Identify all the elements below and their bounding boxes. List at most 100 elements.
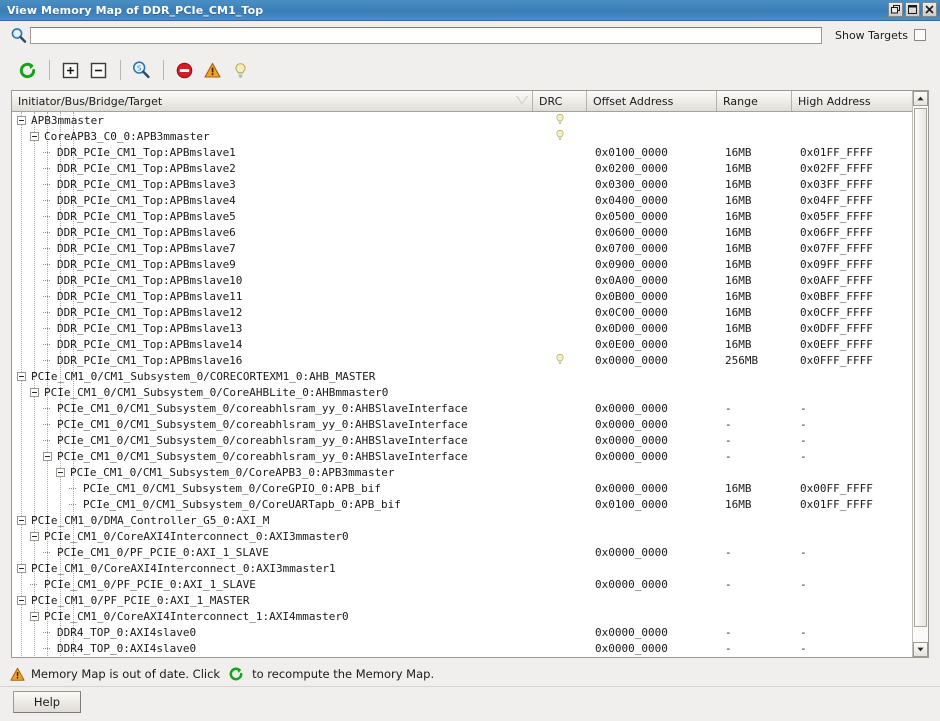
- cell-drc: [533, 256, 587, 272]
- table-row[interactable]: DDR_PCIe_CM1_Top:APBmslave10x0100_000016…: [12, 144, 928, 160]
- table-row[interactable]: DDR_PCIe_CM1_Top:APBmslave120x0C00_00001…: [12, 304, 928, 320]
- table-row[interactable]: DDR_PCIe_CM1_Top:APBmslave110x0B00_00001…: [12, 288, 928, 304]
- table-row[interactable]: DDR_PCIe_CM1_Top:APBmslave160x0000_00002…: [12, 352, 928, 368]
- table-row[interactable]: PCIe_CM1_0/CoreAXI4Interconnect_1:AXI4mm…: [12, 608, 928, 624]
- maximize-icon[interactable]: [905, 2, 920, 17]
- lightbulb-icon[interactable]: [554, 352, 566, 368]
- column-header-name[interactable]: Initiator/Bus/Bridge/Target: [12, 91, 533, 111]
- cell-name: PCIe_CM1_0/CM1_Subsystem_0/CoreGPIO_0:AP…: [12, 480, 533, 496]
- table-row[interactable]: PCIe_CM1_0/CM1_Subsystem_0/coreabhlsram_…: [12, 400, 928, 416]
- scrollbar-thumb[interactable]: [914, 108, 927, 627]
- cell-drc: [533, 608, 587, 624]
- cell-drc[interactable]: [533, 352, 587, 368]
- column-header-drc[interactable]: DRC: [533, 91, 587, 111]
- collapse-all-button[interactable]: [85, 57, 111, 83]
- cell-name: PCIe_CM1_0/CM1_Subsystem_0/coreabhlsram_…: [12, 432, 533, 448]
- errors-button[interactable]: [171, 57, 197, 83]
- help-button[interactable]: Help: [13, 691, 81, 713]
- cell-drc[interactable]: [533, 128, 587, 144]
- cell-drc: [533, 192, 587, 208]
- table-row[interactable]: APB3mmaster: [12, 112, 928, 128]
- table-row[interactable]: DDR_PCIe_CM1_Top:APBmslave60x0600_000016…: [12, 224, 928, 240]
- cell-drc: [533, 464, 587, 480]
- cell-range: [717, 560, 792, 576]
- tree-collapse-icon[interactable]: [17, 564, 26, 573]
- close-icon[interactable]: [922, 2, 937, 17]
- table-row[interactable]: PCIe_CM1_0/PF_PCIE_0:AXI_1_SLAVE0x0000_0…: [12, 576, 928, 592]
- vertical-scrollbar[interactable]: [912, 91, 928, 657]
- table-row[interactable]: DDR4_TOP_0:AXI4slave00x0000_0000--: [12, 624, 928, 640]
- tree-collapse-icon[interactable]: [17, 372, 26, 381]
- table-row[interactable]: PCIe_CM1_0/CM1_Subsystem_0/coreabhlsram_…: [12, 416, 928, 432]
- cell-range: -: [717, 624, 792, 640]
- cell-high-address: [792, 592, 911, 608]
- tree-collapse-icon[interactable]: [43, 452, 52, 461]
- expand-all-button[interactable]: [57, 57, 83, 83]
- cell-range: 16MB: [717, 240, 792, 256]
- scroll-up-icon[interactable]: [913, 91, 928, 106]
- table-row[interactable]: DDR_PCIe_CM1_Top:APBmslave40x0400_000016…: [12, 192, 928, 208]
- status-bar: Memory Map is out of date. Click to reco…: [0, 662, 940, 686]
- table-row[interactable]: DDR_PCIe_CM1_Top:APBmslave20x0200_000016…: [12, 160, 928, 176]
- show-targets-control[interactable]: Show Targets: [835, 29, 926, 42]
- tree-collapse-icon[interactable]: [30, 132, 39, 141]
- table-row[interactable]: DDR_PCIe_CM1_Top:APBmslave100x0A00_00001…: [12, 272, 928, 288]
- table-row[interactable]: PCIe_CM1_0/CM1_Subsystem_0/CoreAHBLite_0…: [12, 384, 928, 400]
- tree-leaf-marker: [69, 484, 78, 493]
- tree-collapse-icon[interactable]: [56, 468, 65, 477]
- column-header-offset-address[interactable]: Offset Address: [587, 91, 717, 111]
- show-targets-checkbox[interactable]: [914, 29, 926, 41]
- table-row[interactable]: PCIe_CM1_0/CM1_Subsystem_0/CoreGPIO_0:AP…: [12, 480, 928, 496]
- table-row[interactable]: PCIe_CM1_0/CM1_Subsystem_0/CoreUARTapb_0…: [12, 496, 928, 512]
- lightbulb-icon[interactable]: [554, 128, 566, 144]
- table-row[interactable]: PCIe_CM1_0/PF_PCIE_0:AXI_1_MASTER: [12, 592, 928, 608]
- table-row[interactable]: DDR_PCIe_CM1_Top:APBmslave140x0E00_00001…: [12, 336, 928, 352]
- info-button[interactable]: [227, 57, 253, 83]
- table-row[interactable]: DDR_PCIe_CM1_Top:APBmslave70x0700_000016…: [12, 240, 928, 256]
- table-row[interactable]: PCIe_CM1_0/PF_PCIE_0:AXI_1_SLAVE0x0000_0…: [12, 544, 928, 560]
- table-row[interactable]: DDR_PCIe_CM1_Top:APBmslave30x0300_000016…: [12, 176, 928, 192]
- column-header-high-address[interactable]: High Address: [792, 91, 911, 111]
- cell-drc: [533, 560, 587, 576]
- table-row[interactable]: CoreAPB3_C0_0:APB3mmaster: [12, 128, 928, 144]
- tree-leaf-marker: [43, 436, 52, 445]
- tree-collapse-icon[interactable]: [17, 116, 26, 125]
- search-input[interactable]: [30, 27, 822, 44]
- lightbulb-icon[interactable]: [554, 112, 566, 128]
- cell-offset-address: 0x0200_0000: [587, 160, 717, 176]
- table-row[interactable]: PCIe_CM1_0/CM1_Subsystem_0/coreabhlsram_…: [12, 448, 928, 464]
- tree-collapse-icon[interactable]: [30, 612, 39, 621]
- table-row[interactable]: PCIe_CM1_0/CM1_Subsystem_0/CoreAPB3_0:AP…: [12, 464, 928, 480]
- tree-collapse-icon[interactable]: [30, 388, 39, 397]
- cell-drc: [533, 224, 587, 240]
- restore-icon[interactable]: [888, 2, 903, 17]
- table-row[interactable]: PCIe_CM1_0/DMA_Controller_G5_0:AXI_M: [12, 512, 928, 528]
- scroll-down-icon[interactable]: [913, 642, 928, 657]
- show-targets-label: Show Targets: [835, 29, 908, 42]
- cell-offset-address: [587, 464, 717, 480]
- table-row[interactable]: PCIe_CM1_0/CoreAXI4Interconnect_0:AXI3mm…: [12, 560, 928, 576]
- table-row[interactable]: DDR_PCIe_CM1_Top:APBmslave50x0500_000016…: [12, 208, 928, 224]
- tree-node-label: PCIe_CM1_0/DMA_Controller_G5_0:AXI_M: [31, 514, 269, 527]
- cell-drc: [533, 416, 587, 432]
- tree-node-label: DDR_PCIe_CM1_Top:APBmslave10: [57, 274, 242, 287]
- cell-range: [717, 592, 792, 608]
- cell-high-address: 0x05FF_FFFF: [792, 208, 911, 224]
- table-row[interactable]: PCIe_CM1_0/CM1_Subsystem_0/CORECORTEXM1_…: [12, 368, 928, 384]
- table-row[interactable]: DDR_PCIe_CM1_Top:APBmslave90x0900_000016…: [12, 256, 928, 272]
- table-row[interactable]: PCIe_CM1_0/CoreAXI4Interconnect_0:AXI3mm…: [12, 528, 928, 544]
- find-button[interactable]: S: [128, 57, 154, 83]
- tree-collapse-icon[interactable]: [17, 596, 26, 605]
- status-warning-icon: [10, 667, 25, 682]
- cell-drc[interactable]: [533, 112, 587, 128]
- warnings-button[interactable]: [199, 57, 225, 83]
- table-row[interactable]: DDR4_TOP_0:AXI4slave00x0000_0000--: [12, 640, 928, 656]
- recompute-button[interactable]: [14, 57, 40, 83]
- table-row[interactable]: PCIe_CM1_0/CM1_Subsystem_0/coreabhlsram_…: [12, 432, 928, 448]
- cell-high-address: -: [792, 624, 911, 640]
- tree-collapse-icon[interactable]: [30, 532, 39, 541]
- tree-collapse-icon[interactable]: [17, 516, 26, 525]
- cell-drc: [533, 544, 587, 560]
- column-header-range[interactable]: Range: [717, 91, 792, 111]
- table-row[interactable]: DDR_PCIe_CM1_Top:APBmslave130x0D00_00001…: [12, 320, 928, 336]
